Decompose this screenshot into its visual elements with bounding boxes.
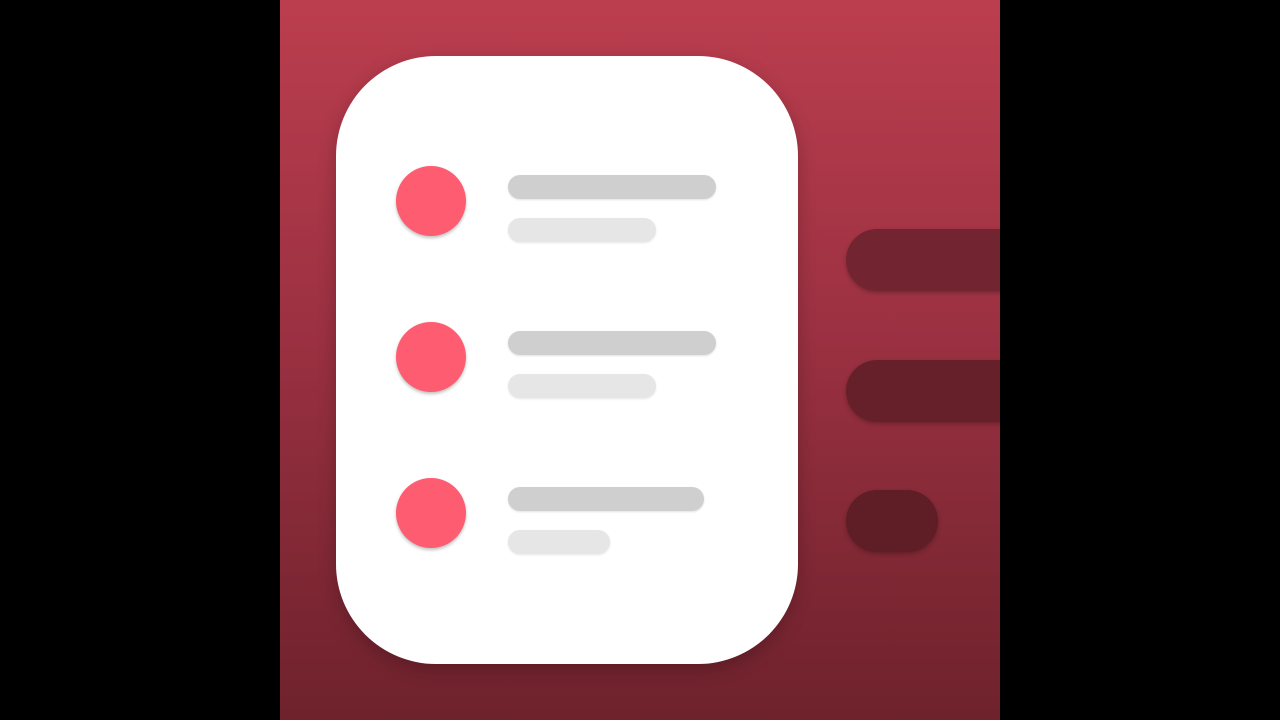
- list-card: [336, 56, 798, 664]
- side-tab: [846, 490, 938, 552]
- subtitle-placeholder-line: [508, 218, 656, 242]
- subtitle-placeholder-line: [508, 374, 656, 398]
- list-item: [336, 164, 798, 244]
- side-tab: [846, 229, 1000, 291]
- subtitle-placeholder-line: [508, 530, 610, 554]
- side-tab: [846, 360, 1000, 422]
- screen: [0, 0, 1280, 720]
- app-icon: [280, 0, 1000, 720]
- title-placeholder-line: [508, 175, 716, 199]
- list-item: [336, 320, 798, 400]
- title-placeholder-line: [508, 487, 704, 511]
- bullet-dot-icon: [396, 322, 466, 392]
- bullet-dot-icon: [396, 166, 466, 236]
- list-item: [336, 476, 798, 556]
- bullet-dot-icon: [396, 478, 466, 548]
- title-placeholder-line: [508, 331, 716, 355]
